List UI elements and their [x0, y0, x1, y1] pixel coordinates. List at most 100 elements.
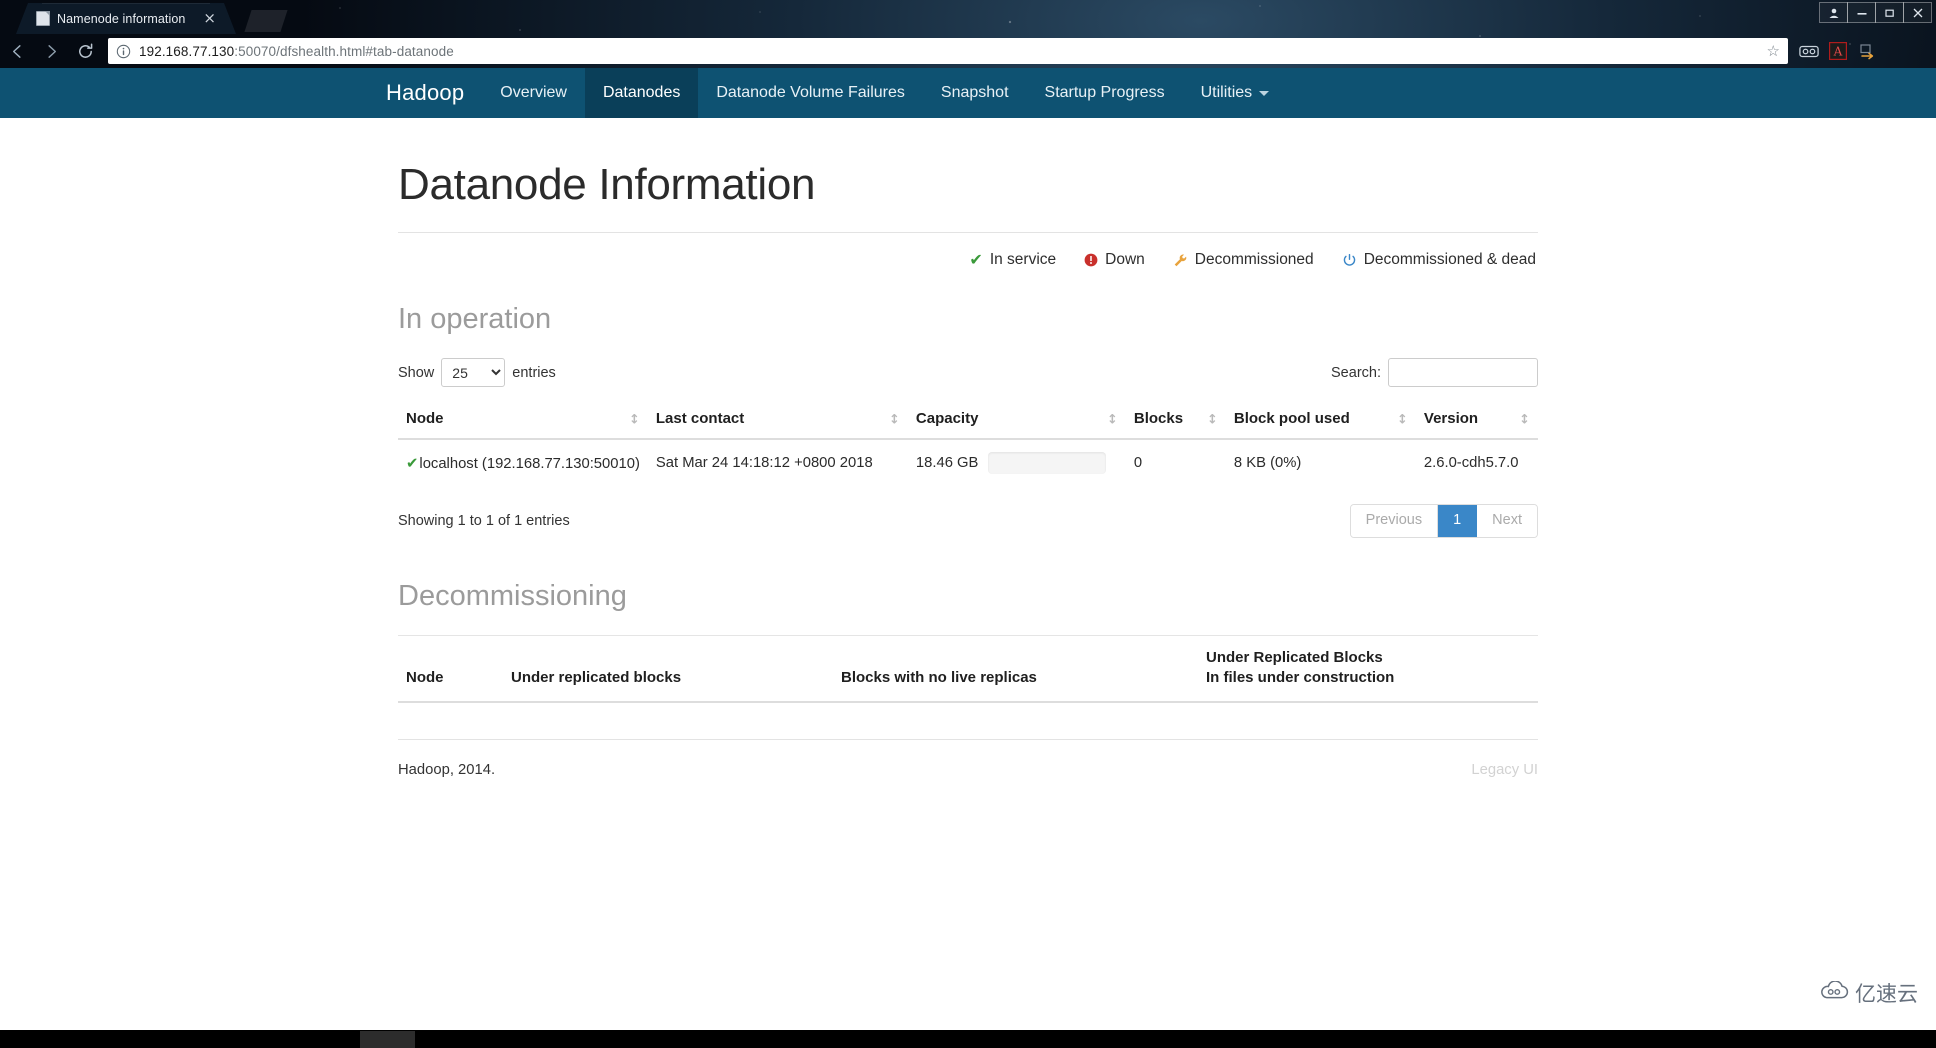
browser-tab-title: Namenode information [57, 11, 186, 26]
close-window-icon[interactable] [1903, 2, 1932, 23]
address-bar-url: 192.168.77.130:50070/dfshealth.html#tab-… [139, 44, 1761, 59]
in-service-check-icon: ✔ [406, 454, 419, 472]
watermark: 亿速云 [1819, 978, 1918, 1008]
page-favicon-icon [36, 11, 50, 26]
cell-block-pool-used: 8 KB (0%) [1225, 438, 1416, 486]
nav-link-datanodes[interactable]: Datanodes [584, 68, 699, 118]
page-title: Datanode Information [398, 160, 816, 209]
legend-label-decommissioned: Decommissioned [1194, 251, 1314, 268]
page-footer: Hadoop, 2014. Legacy UI [398, 739, 1538, 778]
col-last-contact-label: Last contact [655, 410, 745, 427]
col-version[interactable]: Version ↕ [1415, 401, 1538, 440]
extension-icons: A [1799, 41, 1877, 61]
search-input[interactable] [1388, 358, 1538, 387]
search-control: Search: [1331, 358, 1538, 387]
dec-col-line1: Under Replicated Blocks [1206, 648, 1383, 666]
cell-blocks: 0 [1125, 438, 1226, 486]
sort-icon: ↕ [1396, 412, 1408, 427]
node-status-legend: ✔ In service Down Decommissioned Decommi… [398, 251, 1538, 269]
reload-button-icon[interactable] [68, 34, 102, 68]
glasses-extension-icon[interactable] [1799, 41, 1819, 61]
col-node[interactable]: Node ↕ [398, 401, 648, 440]
col-node-label: Node [406, 410, 444, 427]
capacity-progress-bar [988, 452, 1107, 474]
node-name[interactable]: localhost (192.168.77.130:50010) [419, 456, 639, 472]
sort-icon: ↕ [1106, 412, 1118, 427]
window-controls [1819, 2, 1932, 23]
sort-icon: ↕ [1206, 412, 1218, 427]
browser-tab-strip: Namenode information × [0, 0, 1936, 34]
pagination-page-1[interactable]: 1 [1438, 505, 1478, 537]
col-blocks[interactable]: Blocks ↕ [1125, 401, 1226, 440]
datanodes-table: Node ↕ Last contact ↕ Capacity ↕ Blocks … [398, 401, 1538, 486]
table-row: ✔localhost (192.168.77.130:50010) Sat Ma… [398, 438, 1538, 486]
nav-link-utilities[interactable]: Utilities [1183, 68, 1288, 118]
search-label: Search: [1331, 364, 1381, 381]
show-label: Show [398, 364, 435, 381]
cell-node: ✔localhost (192.168.77.130:50010) [398, 438, 648, 486]
sort-icon: ↕ [1519, 412, 1530, 427]
datanodes-table-body: ✔localhost (192.168.77.130:50010) Sat Ma… [398, 438, 1538, 486]
decommissioning-table-head: Node Under replicated blocks Blocks with… [398, 635, 1538, 704]
adobe-pdf-extension-icon[interactable]: A [1828, 41, 1848, 61]
footer-copyright: Hadoop, 2014. [398, 762, 496, 779]
page-viewport: Hadoop Overview Datanodes Datanode Volum… [0, 68, 1936, 1030]
pagination: Previous 1 Next [1349, 504, 1538, 538]
pagination-previous[interactable]: Previous [1350, 505, 1439, 537]
title-divider [398, 232, 1538, 233]
pagination-next[interactable]: Next [1477, 505, 1537, 537]
nav-link-snapshot[interactable]: Snapshot [923, 68, 1027, 118]
hadoop-brand[interactable]: Hadoop [380, 68, 482, 118]
col-blocks-label: Blocks [1133, 410, 1184, 427]
col-block-pool-used-label: Block pool used [1233, 410, 1350, 427]
address-bar[interactable]: 192.168.77.130:50070/dfshealth.html#tab-… [108, 38, 1788, 64]
browser-tab[interactable]: Namenode information × [16, 3, 236, 34]
dec-col-under-replicated-blocks: Under replicated blocks [503, 635, 833, 704]
section-heading-decommissioning: Decommissioning [398, 579, 627, 612]
sort-icon: ↕ [628, 412, 640, 427]
hadoop-navbar: Hadoop Overview Datanodes Datanode Volum… [0, 68, 1936, 118]
taskbar-item[interactable] [360, 1031, 415, 1048]
legend-item-decommissioned-and-dead: Decommissioned & dead [1342, 251, 1536, 269]
footer-legacy-ui-link[interactable]: Legacy UI [1471, 762, 1538, 778]
col-capacity[interactable]: Capacity ↕ [907, 401, 1126, 440]
legend-item-down: Down [1084, 251, 1145, 269]
datatable-toolbar: Show 25 50 100 entries Search: [398, 358, 1538, 387]
maximize-window-icon[interactable] [1875, 2, 1904, 23]
datatable-footer: Showing 1 to 1 of 1 entries Previous 1 N… [398, 504, 1538, 538]
nav-link-datanode-volume-failures[interactable]: Datanode Volume Failures [698, 68, 923, 118]
page-container: Datanode Information ✔ In service Down D… [398, 118, 1538, 778]
col-capacity-label: Capacity [915, 410, 979, 427]
download-arrow-extension-icon[interactable] [1857, 41, 1877, 61]
bookmark-star-icon[interactable]: ☆ [1767, 42, 1780, 60]
url-host: 192.168.77.130 [139, 43, 235, 59]
nav-link-overview[interactable]: Overview [482, 68, 585, 118]
cell-last-contact: Sat Mar 24 14:18:12 +0800 2018 [647, 438, 908, 486]
site-info-icon[interactable] [116, 44, 131, 59]
wrench-icon [1173, 253, 1188, 268]
col-block-pool-used[interactable]: Block pool used ↕ [1225, 401, 1416, 440]
nav-link-startup-progress[interactable]: Startup Progress [1027, 68, 1183, 118]
entries-label: entries [512, 364, 556, 381]
legend-label-down: Down [1105, 251, 1145, 268]
minimize-window-icon[interactable] [1847, 2, 1876, 23]
datanodes-table-head: Node ↕ Last contact ↕ Capacity ↕ Blocks … [398, 401, 1538, 440]
user-profile-icon[interactable] [1819, 2, 1848, 23]
svg-text:A: A [1833, 44, 1843, 58]
new-tab-button[interactable] [244, 10, 288, 32]
page-length-control: Show 25 50 100 entries [398, 358, 556, 387]
capacity-label: 18.46 GB [915, 455, 979, 471]
col-last-contact[interactable]: Last contact ↕ [647, 401, 908, 440]
page-length-select[interactable]: 25 50 100 [441, 358, 506, 387]
dec-col-node: Node [398, 635, 503, 704]
nav-link-utilities-label: Utilities [1200, 84, 1253, 101]
close-tab-icon[interactable]: × [203, 11, 216, 26]
table-header-row: Node ↕ Last contact ↕ Capacity ↕ Blocks … [398, 401, 1538, 440]
desktop: Namenode information × 192.168.77.130:50… [0, 0, 1936, 1048]
browser-window: Namenode information × 192.168.77.130:50… [0, 0, 1936, 1030]
chevron-down-icon [1259, 90, 1270, 96]
legend-item-in-service: ✔ In service [969, 251, 1056, 269]
back-button-icon[interactable] [0, 34, 34, 68]
forward-button-icon[interactable] [34, 34, 68, 68]
cloud-logo-icon [1819, 979, 1849, 1006]
